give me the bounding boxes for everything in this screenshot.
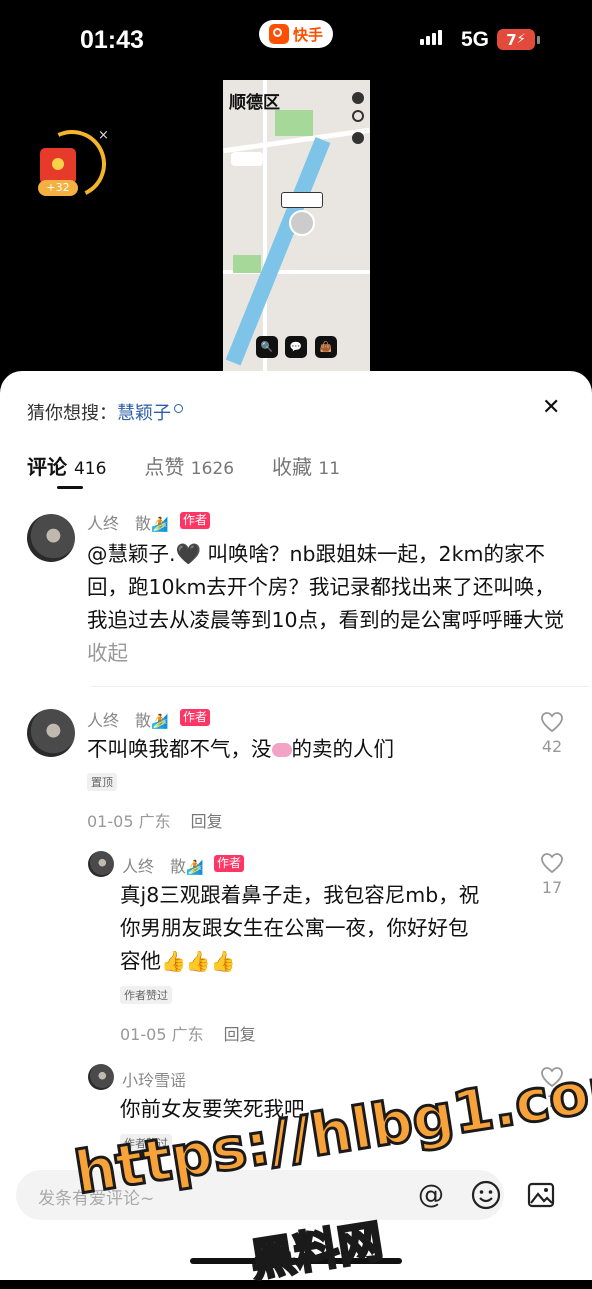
emoji-icon[interactable] [469, 1178, 503, 1212]
search-icon [174, 404, 183, 413]
divider [90, 686, 590, 687]
comment-date: 01-05 广东 [87, 812, 171, 831]
app-name: 快手 [292, 25, 323, 44]
comment-meta: 01-05 广东 回复 [87, 808, 223, 832]
reply-button[interactable]: 回复 [191, 812, 223, 831]
thumbs-up-emoji-icon: 👍👍👍 [161, 949, 236, 973]
reply-date: 01-05 广东 [120, 1025, 204, 1044]
reply-meta: 01-05 广东 回复 [120, 1021, 256, 1045]
tab-label: 收藏 [272, 455, 313, 479]
comment-username[interactable]: 人终 散🏄 [87, 510, 168, 534]
author-badge: 作者 [180, 709, 211, 726]
clock: 01:43 [80, 26, 144, 54]
surfer-emoji-icon: 🏄 [151, 517, 169, 533]
active-tab-indicator [57, 486, 83, 489]
suggestion-label: 猜你想搜： [27, 403, 117, 424]
username-text: 人终 散 [87, 514, 152, 533]
battery-level: 7 [506, 30, 517, 49]
author-liked-tag: 作者赞过 [120, 986, 172, 1004]
map-zenly-tag [231, 152, 263, 166]
map-settings-icon [352, 110, 364, 122]
collapse-link[interactable]: 收起 [87, 641, 128, 665]
reply-username[interactable]: 小玲雪谣 [122, 1067, 186, 1091]
red-packet-amount: +32 [38, 180, 78, 196]
app-indicator[interactable]: 快手 [259, 20, 333, 48]
status-bar: 01:43 快手 5G 7 ⚡ [0, 0, 592, 80]
map-bag-icon: 👜 [315, 336, 337, 358]
like-button[interactable]: 17 [532, 852, 572, 897]
comment-username[interactable]: 人终 散🏄 [87, 707, 168, 731]
avatar[interactable] [27, 514, 75, 562]
tab-count: 11 [318, 459, 341, 479]
tab-label: 评论 [27, 455, 67, 479]
kuaishou-logo-icon [268, 24, 289, 44]
battery-tip [537, 36, 540, 44]
map-road [263, 80, 267, 372]
at-mention-icon[interactable]: @ [414, 1178, 448, 1212]
like-button[interactable]: 42 [532, 711, 572, 756]
surfer-emoji-icon: 🏄 [151, 714, 169, 730]
avatar[interactable] [27, 709, 75, 757]
map-chat-icon: 💬 [285, 336, 307, 358]
map-location-card [281, 192, 323, 208]
comment-tabs: 评论 416 点赞 1626 收藏 11 [27, 451, 340, 480]
reply-text: 真j8三观跟着鼻子走，我包容尼mb，祝你男朋友跟女生在公寓一夜，你好好包容他👍👍… [120, 879, 480, 978]
map-title: 顺德区 [229, 93, 280, 113]
signal-icon [420, 30, 442, 45]
like-count: 17 [541, 878, 563, 897]
search-suggestion[interactable]: 猜你想搜：慧颖子 [27, 399, 183, 425]
image-icon[interactable] [524, 1178, 558, 1212]
tab-label: 点赞 [144, 455, 185, 479]
red-envelope-icon [40, 148, 76, 184]
map-profile-icon [352, 92, 364, 104]
avatar[interactable] [88, 851, 114, 877]
map-search-icon: 🔍 [256, 336, 278, 358]
tab-count: 416 [73, 459, 107, 479]
video-player[interactable]: 顺德区 🔍 💬 👜 [223, 80, 370, 372]
comment-body: 不叫唤我都不气，没 [87, 737, 272, 761]
network-type: 5G [461, 28, 490, 51]
reply-button[interactable]: 回复 [224, 1025, 256, 1044]
battery-icon: 7 ⚡ [497, 29, 535, 50]
tab-comments[interactable]: 评论 416 [27, 451, 106, 480]
red-packet-widget[interactable]: +32 [28, 120, 116, 208]
like-count: 42 [541, 737, 563, 756]
map-park [233, 255, 261, 273]
author-badge: 作者 [214, 855, 245, 872]
pinned-tag: 置顶 [87, 773, 117, 791]
surfer-emoji-icon: 🏄 [186, 860, 204, 876]
map-friends-icon [352, 132, 364, 144]
avatar[interactable] [88, 1064, 114, 1090]
comment-text: 不叫唤我都不气，没 的卖的人们 [87, 733, 517, 766]
suggestion-keyword[interactable]: 慧颖子 [117, 403, 171, 424]
map-user-avatar [289, 210, 315, 236]
username-text: 人终 散 [122, 857, 187, 876]
red-packet-close-icon[interactable]: × [98, 128, 109, 143]
comment-body: @慧颖子.🖤 叫唤啥？nb跟姐妹一起，2km的家不回，跑10km去开个房？我记录… [87, 542, 565, 632]
comment-text: @慧颖子.🖤 叫唤啥？nb跟姐妹一起，2km的家不回，跑10km去开个房？我记录… [87, 538, 567, 670]
author-badge: 作者 [180, 512, 211, 529]
map-river [225, 137, 331, 366]
tab-count: 1626 [190, 459, 235, 479]
username-text: 人终 散 [87, 711, 152, 730]
heart-icon [541, 853, 563, 874]
tab-favorites[interactable]: 收藏 11 [272, 451, 340, 480]
tab-likes[interactable]: 点赞 1626 [144, 451, 234, 480]
brain-emoji-icon [271, 743, 292, 757]
close-icon[interactable]: ✕ [542, 395, 560, 420]
heart-icon [541, 712, 563, 733]
comment-body: 的卖的人们 [291, 737, 395, 761]
reply-username[interactable]: 人终 散🏄 [122, 853, 203, 877]
map-park [275, 110, 313, 136]
